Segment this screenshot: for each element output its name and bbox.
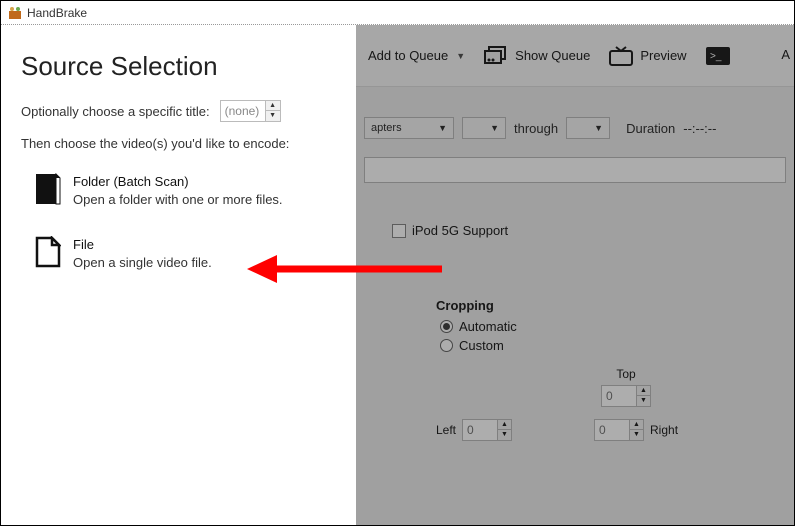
show-queue-label: Show Queue — [515, 48, 590, 63]
cropping-heading: Cropping — [436, 298, 794, 313]
crop-top-label: Top — [516, 367, 736, 381]
cropping-custom-label: Custom — [459, 338, 504, 353]
queue-icon — [483, 45, 509, 67]
chapter-start-combo[interactable]: ▼ — [462, 117, 506, 139]
chapters-combo[interactable]: apters ▼ — [364, 117, 454, 139]
chevron-down-icon: ▼ — [438, 123, 447, 133]
crop-top-down[interactable]: ▼ — [637, 396, 650, 406]
title-spinner-up[interactable]: ▲ — [266, 101, 280, 111]
title-spinner-down[interactable]: ▼ — [266, 111, 280, 121]
cropping-auto-radio[interactable] — [440, 320, 453, 333]
crop-left-input[interactable] — [463, 420, 497, 440]
file-option[interactable]: File Open a single video file. — [31, 232, 336, 275]
crop-right-up[interactable]: ▲ — [630, 420, 643, 430]
folder-desc: Open a folder with one or more files. — [73, 192, 283, 207]
app-title: HandBrake — [27, 6, 87, 20]
app-window: HandBrake Source Selection Optionally ch… — [0, 0, 795, 526]
crop-top-spinner[interactable]: ▲▼ — [601, 385, 651, 407]
crop-right-label: Right — [650, 423, 678, 437]
preview-label: Preview — [640, 48, 686, 63]
chapters-combo-text: apters — [371, 122, 402, 134]
crop-right-down[interactable]: ▼ — [630, 430, 643, 440]
title-spinner-input[interactable] — [221, 101, 265, 121]
crop-left-up[interactable]: ▲ — [498, 420, 511, 430]
svg-text:>_: >_ — [710, 51, 722, 62]
app-icon — [7, 5, 23, 21]
cropping-group: Cropping Automatic Custom Top ▲▼ — [436, 298, 794, 441]
toolbar: Add to Queue ▼ Show Queue — [356, 25, 794, 87]
crop-right-input[interactable] — [595, 420, 629, 440]
crop-right-spinner[interactable]: ▲▼ — [594, 419, 644, 441]
terminal-button[interactable]: >_ — [697, 39, 739, 73]
crop-top-up[interactable]: ▲ — [637, 386, 650, 396]
duration-value: --:--:-- — [683, 121, 716, 136]
output-path-field[interactable] — [364, 157, 786, 183]
then-choose-label: Then choose the video(s) you'd like to e… — [21, 136, 336, 151]
folder-option[interactable]: Folder (Batch Scan) Open a folder with o… — [31, 169, 336, 212]
ipod-checkbox[interactable] — [392, 224, 406, 238]
crop-top-input[interactable] — [602, 386, 636, 406]
crop-left-spinner[interactable]: ▲▼ — [462, 419, 512, 441]
crop-left-down[interactable]: ▼ — [498, 430, 511, 440]
tv-icon — [608, 45, 634, 67]
chevron-down-icon: ▼ — [456, 51, 465, 61]
add-to-queue-label: Add to Queue — [368, 48, 448, 63]
cropping-auto-label: Automatic — [459, 319, 517, 334]
preview-button[interactable]: Preview — [600, 39, 694, 73]
file-desc: Open a single video file. — [73, 255, 212, 270]
optional-title-label: Optionally choose a specific title: — [21, 104, 210, 119]
file-title: File — [73, 236, 212, 254]
title-spinner[interactable]: ▲ ▼ — [220, 100, 281, 122]
trailing-cut-letter: A — [781, 47, 790, 62]
duration-label: Duration — [626, 121, 675, 136]
ipod-label: iPod 5G Support — [412, 223, 508, 238]
chapter-end-combo[interactable]: ▼ — [566, 117, 610, 139]
source-heading: Source Selection — [21, 51, 336, 82]
terminal-icon: >_ — [705, 45, 731, 67]
folder-title: Folder (Batch Scan) — [73, 173, 283, 191]
folder-icon — [35, 173, 61, 205]
crop-left-label: Left — [436, 423, 456, 437]
background-ui: Add to Queue ▼ Show Queue — [356, 25, 794, 525]
show-queue-button[interactable]: Show Queue — [475, 39, 598, 73]
titlebar: HandBrake — [1, 1, 794, 25]
file-icon — [35, 236, 61, 268]
chapter-row: apters ▼ ▼ through ▼ Duration --:--:-- — [356, 87, 794, 157]
cropping-custom-radio[interactable] — [440, 339, 453, 352]
add-to-queue-button[interactable]: Add to Queue ▼ — [360, 42, 473, 69]
through-label: through — [514, 121, 558, 136]
source-panel: Source Selection Optionally choose a spe… — [1, 25, 356, 525]
